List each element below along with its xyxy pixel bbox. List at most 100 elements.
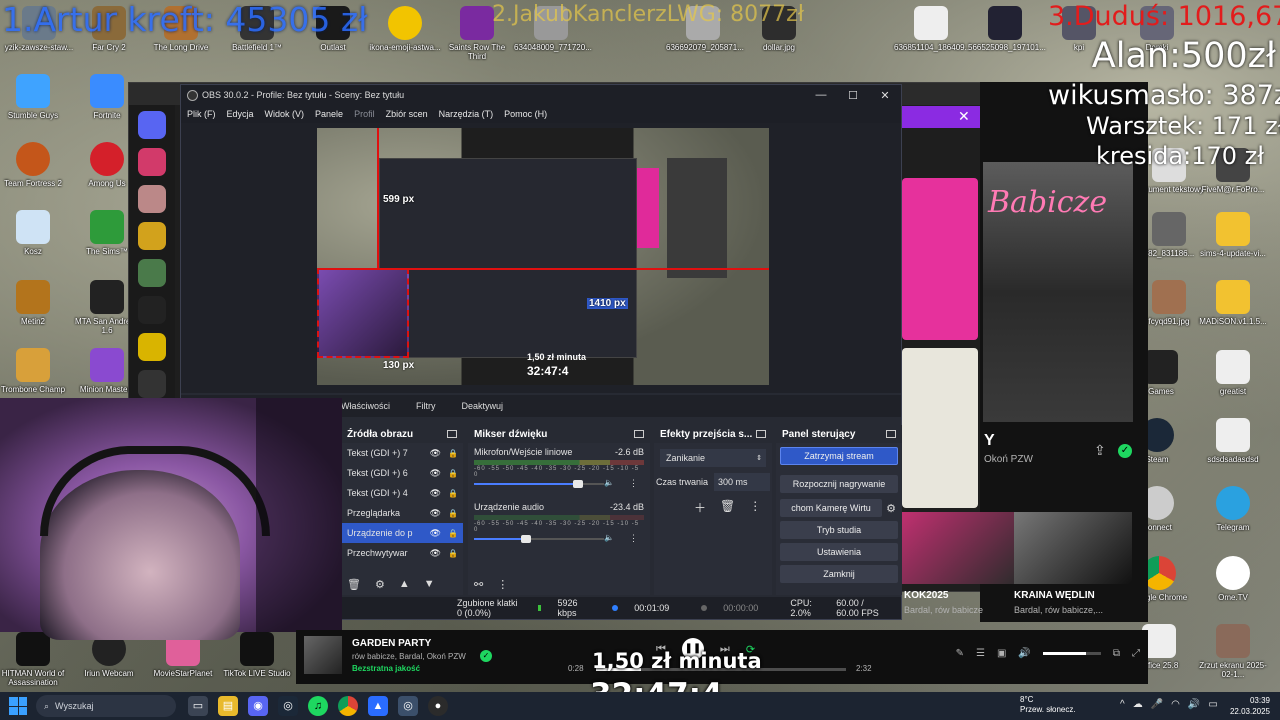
menu-docks[interactable]: Panele <box>315 109 343 119</box>
menu-scene-collection[interactable]: Zbiór scen <box>386 109 428 119</box>
app-icon[interactable] <box>138 185 166 213</box>
desktop-icon[interactable]: ikona-emoji-astwa... <box>368 6 442 52</box>
menu-view[interactable]: Widok (V) <box>265 109 305 119</box>
wifi-icon[interactable]: ◠ <box>1171 699 1180 710</box>
speaker-icon[interactable]: 🔊 <box>1188 699 1200 710</box>
desktop-icon[interactable]: Telegram <box>1196 486 1270 532</box>
task-view-icon[interactable]: ▭ <box>188 696 208 716</box>
windows-start-icon[interactable] <box>9 697 27 715</box>
volume-icon[interactable]: 🔊 <box>1018 648 1030 659</box>
add-icon[interactable]: ＋ <box>694 499 706 516</box>
app-icon[interactable] <box>138 333 166 361</box>
source-item-selected[interactable]: Urządzenie do p 👁 🔒 <box>341 523 463 543</box>
more-options-icon[interactable]: ⋮ <box>629 478 638 489</box>
more-options-icon[interactable]: ⋮ <box>749 499 761 516</box>
studio-mode-button[interactable]: Tryb studia <box>780 521 898 539</box>
now-playing-artist[interactable]: rów babicze, Bardal, Okoń PZW <box>352 652 466 661</box>
file-explorer-icon[interactable]: ▤ <box>218 696 238 716</box>
start-recording-button[interactable]: Rozpocznij nagrywanie <box>780 475 898 493</box>
menu-edit[interactable]: Edycja <box>227 109 254 119</box>
menu-profile[interactable]: Profil <box>354 109 375 119</box>
chrome-icon[interactable] <box>338 696 358 716</box>
volume-knob[interactable] <box>573 480 583 488</box>
close-icon[interactable]: ✕ <box>869 89 901 102</box>
battery-icon[interactable]: ▭ <box>1208 699 1217 710</box>
more-options-icon[interactable]: ⋮ <box>497 578 508 591</box>
volume-knob[interactable] <box>521 535 531 543</box>
app-icon[interactable] <box>138 370 166 398</box>
visibility-eye-icon[interactable]: 👁 <box>430 548 441 559</box>
source-item[interactable]: Tekst (GDI +) 7 👁 🔒 <box>341 443 463 463</box>
desktop-icon[interactable]: Metin2 <box>0 280 70 326</box>
track-card[interactable] <box>902 512 1020 584</box>
app-icon[interactable]: ▲ <box>368 696 388 716</box>
obs-icon[interactable]: ● <box>428 696 448 716</box>
share-icon[interactable]: ⇪ <box>1094 442 1106 459</box>
visibility-eye-icon[interactable]: 👁 <box>430 488 441 499</box>
desktop-icon[interactable]: MADiSON.v1.1.5... <box>1196 280 1270 326</box>
source-item[interactable]: Przechwytywar 👁 🔒 <box>341 543 463 563</box>
lock-icon[interactable]: 🔒 <box>448 529 458 538</box>
app-icon[interactable] <box>138 259 166 287</box>
visibility-eye-icon[interactable]: 👁 <box>430 448 441 459</box>
transition-select[interactable]: Zanikanie ⇕ <box>660 449 766 467</box>
saved-check-icon[interactable]: ✓ <box>1118 444 1132 458</box>
volume-slider[interactable]: 🔈 ⋮ <box>474 478 644 489</box>
menu-help[interactable]: Pomoc (H) <box>504 109 547 119</box>
lock-icon[interactable]: 🔒 <box>448 449 458 458</box>
source-item[interactable]: Tekst (GDI +) 4 👁 🔒 <box>341 483 463 503</box>
lock-icon[interactable]: 🔒 <box>448 509 458 518</box>
lock-icon[interactable]: 🔒 <box>448 489 458 498</box>
remove-icon[interactable]: 🗑 <box>720 499 735 516</box>
lyrics-icon[interactable]: ✎ <box>956 648 964 659</box>
discord-icon[interactable]: ◉ <box>248 696 268 716</box>
pink-album-tile[interactable] <box>902 178 978 340</box>
move-up-icon[interactable]: ▲ <box>399 578 410 590</box>
settings-button[interactable]: Ustawienia <box>780 543 898 561</box>
speaker-icon[interactable]: 🔈 <box>604 533 614 542</box>
desktop-icon[interactable]: 566525098_197101... <box>968 6 1046 52</box>
volume-slider[interactable]: 🔈 ⋮ <box>474 533 644 544</box>
cloud-icon[interactable]: ☁ <box>1133 699 1143 710</box>
taskbar-search[interactable]: ⌕ Wyszukaj <box>36 695 176 717</box>
desktop-icon[interactable]: sims-4-update-vi... <box>1196 212 1270 258</box>
weather-widget[interactable]: 8°C Przew. słonecz. <box>1020 695 1076 715</box>
close-icon[interactable]: ✕ <box>958 108 970 125</box>
menu-tools[interactable]: Narzędzia (T) <box>439 109 494 119</box>
lock-icon[interactable]: 🔒 <box>448 549 458 558</box>
queue-icon[interactable]: ☰ <box>976 648 985 659</box>
float-dock-icon[interactable] <box>756 430 766 438</box>
spotify-icon[interactable]: ♫ <box>308 696 328 716</box>
exit-button[interactable]: Zamknij <box>780 565 898 583</box>
desktop-icon[interactable]: TikTok LIVE Studio <box>220 632 294 678</box>
desktop-icon[interactable]: sdsdsadasdsd <box>1196 418 1270 464</box>
duration-input[interactable]: 300 ms <box>714 473 771 491</box>
float-dock-icon[interactable] <box>447 430 457 438</box>
connect-device-icon[interactable]: ▣ <box>997 648 1006 659</box>
discord-icon[interactable] <box>138 111 166 139</box>
track-card[interactable] <box>1014 512 1132 584</box>
preview-webcam-source[interactable] <box>317 268 409 358</box>
filters-button[interactable]: Filtry <box>416 401 436 411</box>
gear-icon[interactable]: ⚙ <box>375 578 385 591</box>
move-down-icon[interactable]: ▼ <box>424 578 435 590</box>
miniplayer-icon[interactable]: ⧉ <box>1113 648 1120 659</box>
virtual-camera-button[interactable]: chom Kamerę Wirtu <box>780 499 883 517</box>
float-dock-icon[interactable] <box>634 430 644 438</box>
visibility-eye-icon[interactable]: 👁 <box>430 508 441 519</box>
chevron-up-icon[interactable]: ^ <box>1120 699 1125 710</box>
remove-source-icon[interactable]: 🗑 <box>347 578 361 591</box>
source-item[interactable]: Przeglądarka 👁 🔒 <box>341 503 463 523</box>
steam-icon[interactable]: ◎ <box>278 696 298 716</box>
properties-button[interactable]: Właściwości <box>341 401 390 411</box>
stream-preview[interactable]: 599 px 1410 px 130 px 1,50 zł minuta 32:… <box>317 128 769 385</box>
maximize-icon[interactable]: ☐ <box>837 89 869 102</box>
more-options-icon[interactable]: ⋮ <box>629 533 638 544</box>
menu-file[interactable]: Plik (F) <box>187 109 216 119</box>
gear-icon[interactable]: ⚙ <box>886 502 896 515</box>
app-icon[interactable] <box>138 148 166 176</box>
desktop-icon[interactable]: Ome.TV <box>1196 556 1270 602</box>
app-icon[interactable] <box>138 222 166 250</box>
now-playing-cover[interactable] <box>304 636 342 674</box>
audio-bars-icon[interactable] <box>138 296 166 324</box>
